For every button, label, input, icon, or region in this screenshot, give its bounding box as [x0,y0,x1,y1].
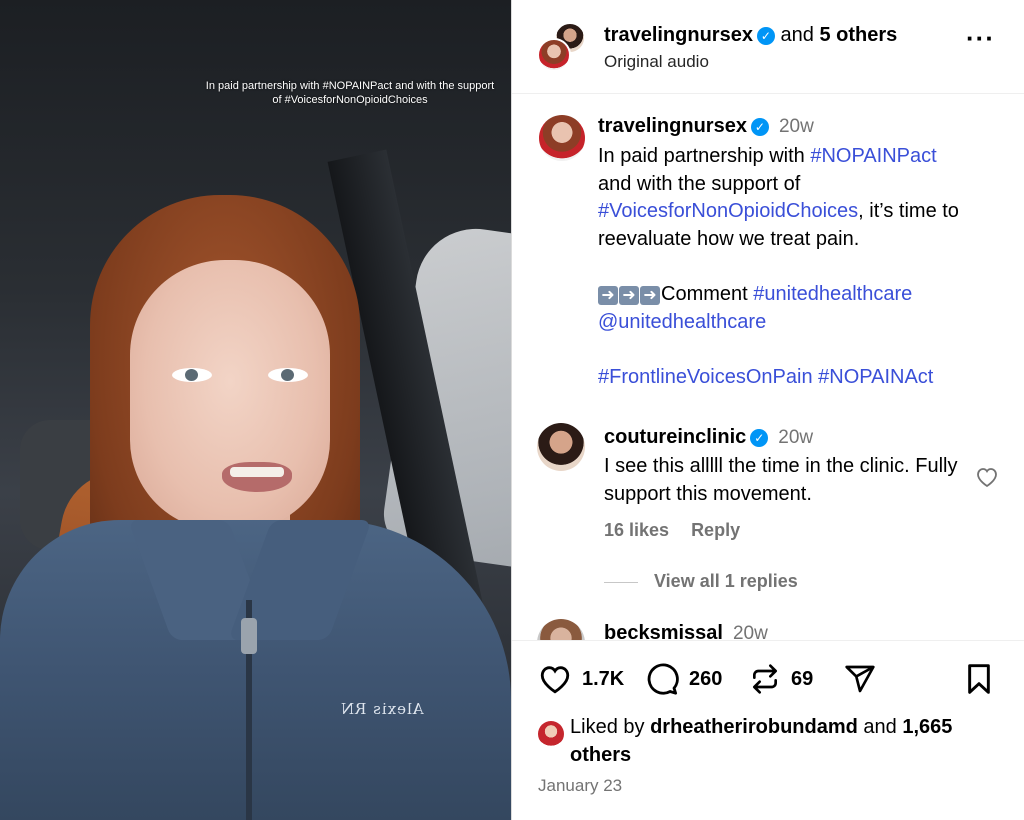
hashtag-nopainpact[interactable]: #NOPAINPact [810,145,936,167]
zipper-pull [241,618,257,654]
repost-icon[interactable] [749,662,781,696]
heart-icon[interactable] [538,663,572,695]
caption-comment-word: Comment [661,282,754,305]
reel-video[interactable]: Alexis RN In paid partnership with #NOPA… [0,0,511,820]
reposts-count: 69 [791,667,814,690]
like-action[interactable]: 1.7K [538,661,624,697]
comment-text: I see this alllll the time in the clinic… [604,455,958,505]
caption-meta: travelingnursex ✓ 20w [598,115,814,138]
share-action[interactable] [843,661,887,697]
bookmark-icon[interactable] [964,663,994,695]
video-overlay-caption: In paid partnership with #NOPAINPact and… [205,80,495,106]
post-date: January 23 [538,776,623,795]
hashtag-voices[interactable]: #VoicesforNonOpioidChoices [598,200,858,222]
ellipsis-icon[interactable]: ··· [966,25,995,51]
comment-actions: 16 likes Reply [604,520,762,541]
hashtag-nopainact[interactable]: #NOPAINAct [818,366,933,388]
commenter-avatar[interactable] [537,619,585,640]
liked-by-summary: Liked by drheatherirobundamd and 1,665 o… [538,713,1010,769]
caption-author-avatar[interactable] [539,115,585,161]
view-replies-button[interactable]: View all 1 replies [604,571,798,592]
post-header: travelingnursex ✓ and 5 others Original a… [512,0,1024,94]
comment-username[interactable]: coutureinclinic [604,426,746,448]
author-avatar[interactable] [537,38,571,72]
caption-text: In paid partnership with #NOPAINPact and… [598,143,998,392]
header-title: travelingnursex ✓ and 5 others [604,24,897,47]
verified-badge-icon: ✓ [750,429,769,447]
hashtag-frontline[interactable]: #FrontlineVoicesOnPain [598,366,813,388]
arrow-emoji-icon: ➜ ➜ ➜ [598,282,661,310]
liked-by-prefix: Liked by [570,716,651,738]
send-icon[interactable] [843,663,877,695]
header-others-link[interactable]: 5 others [819,24,897,46]
reply-button[interactable]: Reply [691,520,740,540]
comment-time: 20w [778,427,814,448]
audio-label[interactable]: Original audio [604,52,709,72]
header-username[interactable]: travelingnursex [604,24,753,46]
caption-line1: In paid partnership with [598,145,811,167]
post-details-panel: travelingnursex ✓ and 5 others Original a… [511,0,1024,820]
face [130,260,330,530]
mouth [222,462,292,492]
jacket-embroidery: Alexis RN [340,700,424,718]
comment-time: 20w [732,623,768,640]
save-action[interactable] [964,661,1004,697]
header-and: and [774,24,820,46]
commenter-avatar[interactable] [537,423,585,471]
repost-action[interactable]: 69 [749,661,813,697]
likes-count: 1.7K [582,667,625,690]
post-actions: 1.7K 260 69 Liked by drheatherirobundamd… [512,640,1024,820]
heart-icon[interactable] [975,466,999,488]
left-eye [172,368,212,382]
liker-avatar[interactable] [538,721,564,747]
comment-meta: coutureinclinic ✓ 20w [604,426,813,449]
comment-username[interactable]: becksmissal [604,622,723,640]
verified-badge-icon: ✓ [750,118,769,136]
comment-likes[interactable]: 16 likes [604,520,669,540]
hashtag-unitedhealthcare[interactable]: #unitedhealthcare [753,283,912,305]
comment-action[interactable]: 260 [645,661,722,697]
right-eye [268,368,308,382]
comment-meta: becksmissal 20w [604,622,768,640]
comments-count: 260 [689,667,723,690]
caption-time: 20w [778,116,814,137]
liked-by-user[interactable]: drheatherirobundamd [650,716,858,738]
liked-by-and: and [857,716,903,738]
caption-username[interactable]: travelingnursex [598,115,747,137]
comment-bubble-icon[interactable] [645,662,679,696]
verified-badge-icon: ✓ [756,27,775,45]
mention-unitedhealthcare[interactable]: @unitedhealthcare [598,311,766,333]
caption-line2: and with the support of [598,172,801,195]
comments-scroll-area[interactable]: travelingnursex ✓ 20w In paid partnership … [512,95,1024,640]
